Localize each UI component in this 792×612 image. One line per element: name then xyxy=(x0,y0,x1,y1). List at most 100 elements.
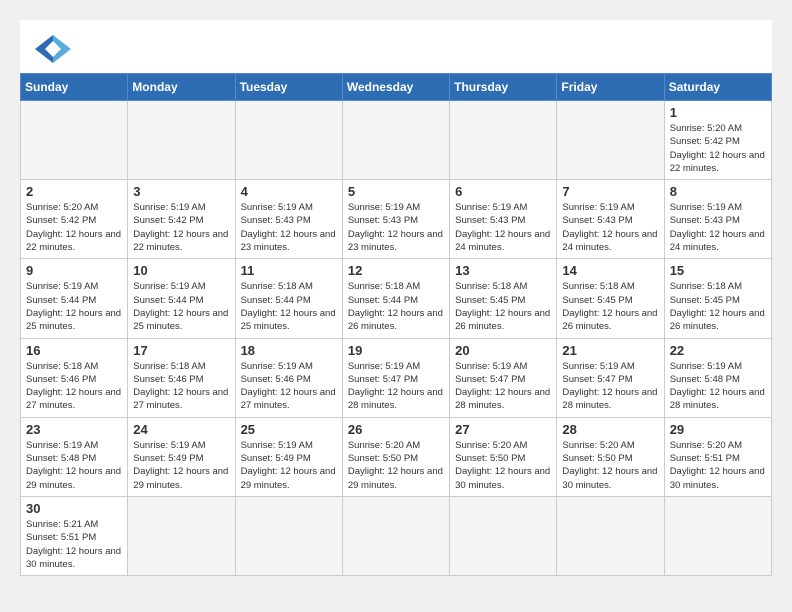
calendar-week-row: 9 Sunrise: 5:19 AMSunset: 5:44 PMDaylight… xyxy=(21,259,772,338)
day-number: 30 xyxy=(26,501,122,516)
day-header-thursday: Thursday xyxy=(450,74,557,101)
day-info: Sunrise: 5:19 AMSunset: 5:43 PMDaylight:… xyxy=(670,201,766,254)
day-info: Sunrise: 5:20 AMSunset: 5:50 PMDaylight:… xyxy=(348,439,444,492)
day-info: Sunrise: 5:20 AMSunset: 5:50 PMDaylight:… xyxy=(455,439,551,492)
day-number: 15 xyxy=(670,263,766,278)
day-number: 9 xyxy=(26,263,122,278)
calendar-cell: 10 Sunrise: 5:19 AMSunset: 5:44 PMDayligh… xyxy=(128,259,235,338)
day-info: Sunrise: 5:19 AMSunset: 5:42 PMDaylight:… xyxy=(133,201,229,254)
day-info: Sunrise: 5:19 AMSunset: 5:47 PMDaylight:… xyxy=(348,360,444,413)
calendar-cell: 14 Sunrise: 5:18 AMSunset: 5:45 PMDayligh… xyxy=(557,259,664,338)
calendar-cell: 5Sunrise: 5:19 AMSunset: 5:43 PMDaylight… xyxy=(342,180,449,259)
day-number: 11 xyxy=(241,263,337,278)
calendar-cell xyxy=(664,496,771,575)
day-number: 3 xyxy=(133,184,229,199)
day-number: 6 xyxy=(455,184,551,199)
calendar-cell xyxy=(342,496,449,575)
day-info: Sunrise: 5:19 AMSunset: 5:49 PMDaylight:… xyxy=(133,439,229,492)
day-info: Sunrise: 5:19 AMSunset: 5:43 PMDaylight:… xyxy=(241,201,337,254)
day-info: Sunrise: 5:18 AMSunset: 5:44 PMDaylight:… xyxy=(241,280,337,333)
day-info: Sunrise: 5:19 AMSunset: 5:44 PMDaylight:… xyxy=(133,280,229,333)
calendar-cell: 23 Sunrise: 5:19 AMSunset: 5:48 PMDayligh… xyxy=(21,417,128,496)
calendar-cell: 19 Sunrise: 5:19 AMSunset: 5:47 PMDayligh… xyxy=(342,338,449,417)
calendar-week-row: 1Sunrise: 5:20 AMSunset: 5:42 PMDaylight… xyxy=(21,101,772,180)
day-number: 22 xyxy=(670,343,766,358)
calendar-cell: 24 Sunrise: 5:19 AMSunset: 5:49 PMDayligh… xyxy=(128,417,235,496)
day-number: 2 xyxy=(26,184,122,199)
day-number: 26 xyxy=(348,422,444,437)
day-info: Sunrise: 5:18 AMSunset: 5:44 PMDaylight:… xyxy=(348,280,444,333)
calendar-cell: 6 Sunrise: 5:19 AMSunset: 5:43 PMDaylight… xyxy=(450,180,557,259)
day-header-monday: Monday xyxy=(128,74,235,101)
calendar-cell xyxy=(128,101,235,180)
calendar-cell: 17Sunrise: 5:18 AMSunset: 5:46 PMDayligh… xyxy=(128,338,235,417)
day-number: 20 xyxy=(455,343,551,358)
calendar-week-row: 30 Sunrise: 5:21 AMSunset: 5:51 PMDayligh… xyxy=(21,496,772,575)
header xyxy=(20,20,772,73)
calendar-cell: 18Sunrise: 5:19 AMSunset: 5:46 PMDayligh… xyxy=(235,338,342,417)
day-number: 29 xyxy=(670,422,766,437)
day-header-saturday: Saturday xyxy=(664,74,771,101)
calendar-table: SundayMondayTuesdayWednesdayThursdayFrid… xyxy=(20,73,772,576)
day-number: 19 xyxy=(348,343,444,358)
day-number: 8 xyxy=(670,184,766,199)
calendar-cell xyxy=(128,496,235,575)
day-info: Sunrise: 5:19 AMSunset: 5:49 PMDaylight:… xyxy=(241,439,337,492)
day-header-tuesday: Tuesday xyxy=(235,74,342,101)
day-number: 10 xyxy=(133,263,229,278)
calendar-cell xyxy=(557,496,664,575)
day-info: Sunrise: 5:18 AMSunset: 5:45 PMDaylight:… xyxy=(562,280,658,333)
day-info: Sunrise: 5:19 AMSunset: 5:43 PMDaylight:… xyxy=(455,201,551,254)
calendar-cell: 20 Sunrise: 5:19 AMSunset: 5:47 PMDayligh… xyxy=(450,338,557,417)
calendar-cell xyxy=(21,101,128,180)
calendar-cell: 11 Sunrise: 5:18 AMSunset: 5:44 PMDayligh… xyxy=(235,259,342,338)
day-info: Sunrise: 5:19 AMSunset: 5:44 PMDaylight:… xyxy=(26,280,122,333)
calendar-cell xyxy=(235,101,342,180)
day-info: Sunrise: 5:19 AMSunset: 5:48 PMDaylight:… xyxy=(670,360,766,413)
logo xyxy=(35,35,75,63)
day-number: 27 xyxy=(455,422,551,437)
day-info: Sunrise: 5:18 AMSunset: 5:46 PMDaylight:… xyxy=(26,360,122,413)
calendar-cell xyxy=(342,101,449,180)
day-header-friday: Friday xyxy=(557,74,664,101)
day-number: 4 xyxy=(241,184,337,199)
calendar-cell: 25 Sunrise: 5:19 AMSunset: 5:49 PMDayligh… xyxy=(235,417,342,496)
day-info: Sunrise: 5:19 AMSunset: 5:48 PMDaylight:… xyxy=(26,439,122,492)
calendar-week-row: 16Sunrise: 5:18 AMSunset: 5:46 PMDayligh… xyxy=(21,338,772,417)
calendar-cell: 27 Sunrise: 5:20 AMSunset: 5:50 PMDayligh… xyxy=(450,417,557,496)
day-number: 7 xyxy=(562,184,658,199)
day-info: Sunrise: 5:19 AMSunset: 5:47 PMDaylight:… xyxy=(455,360,551,413)
day-number: 24 xyxy=(133,422,229,437)
calendar-cell: 12 Sunrise: 5:18 AMSunset: 5:44 PMDayligh… xyxy=(342,259,449,338)
day-number: 28 xyxy=(562,422,658,437)
calendar-cell: 2 Sunrise: 5:20 AMSunset: 5:42 PMDaylight… xyxy=(21,180,128,259)
calendar-page: SundayMondayTuesdayWednesdayThursdayFrid… xyxy=(20,20,772,576)
day-header-sunday: Sunday xyxy=(21,74,128,101)
calendar-cell: 21Sunrise: 5:19 AMSunset: 5:47 PMDayligh… xyxy=(557,338,664,417)
day-info: Sunrise: 5:20 AMSunset: 5:42 PMDaylight:… xyxy=(670,122,766,175)
day-number: 12 xyxy=(348,263,444,278)
day-info: Sunrise: 5:19 AMSunset: 5:46 PMDaylight:… xyxy=(241,360,337,413)
day-info: Sunrise: 5:18 AMSunset: 5:45 PMDaylight:… xyxy=(670,280,766,333)
day-number: 5 xyxy=(348,184,444,199)
day-number: 25 xyxy=(241,422,337,437)
calendar-cell: 1Sunrise: 5:20 AMSunset: 5:42 PMDaylight… xyxy=(664,101,771,180)
day-info: Sunrise: 5:19 AMSunset: 5:43 PMDaylight:… xyxy=(562,201,658,254)
day-number: 23 xyxy=(26,422,122,437)
calendar-cell: 3 Sunrise: 5:19 AMSunset: 5:42 PMDaylight… xyxy=(128,180,235,259)
calendar-cell xyxy=(450,101,557,180)
calendar-week-row: 2 Sunrise: 5:20 AMSunset: 5:42 PMDaylight… xyxy=(21,180,772,259)
calendar-cell: 16Sunrise: 5:18 AMSunset: 5:46 PMDayligh… xyxy=(21,338,128,417)
day-info: Sunrise: 5:21 AMSunset: 5:51 PMDaylight:… xyxy=(26,518,122,571)
day-info: Sunrise: 5:20 AMSunset: 5:42 PMDaylight:… xyxy=(26,201,122,254)
calendar-cell xyxy=(235,496,342,575)
day-info: Sunrise: 5:18 AMSunset: 5:45 PMDaylight:… xyxy=(455,280,551,333)
calendar-cell: 15 Sunrise: 5:18 AMSunset: 5:45 PMDayligh… xyxy=(664,259,771,338)
day-info: Sunrise: 5:19 AMSunset: 5:47 PMDaylight:… xyxy=(562,360,658,413)
calendar-cell: 28 Sunrise: 5:20 AMSunset: 5:50 PMDayligh… xyxy=(557,417,664,496)
calendar-cell: 8 Sunrise: 5:19 AMSunset: 5:43 PMDaylight… xyxy=(664,180,771,259)
day-number: 14 xyxy=(562,263,658,278)
calendar-cell: 7 Sunrise: 5:19 AMSunset: 5:43 PMDaylight… xyxy=(557,180,664,259)
calendar-cell xyxy=(450,496,557,575)
day-info: Sunrise: 5:20 AMSunset: 5:50 PMDaylight:… xyxy=(562,439,658,492)
